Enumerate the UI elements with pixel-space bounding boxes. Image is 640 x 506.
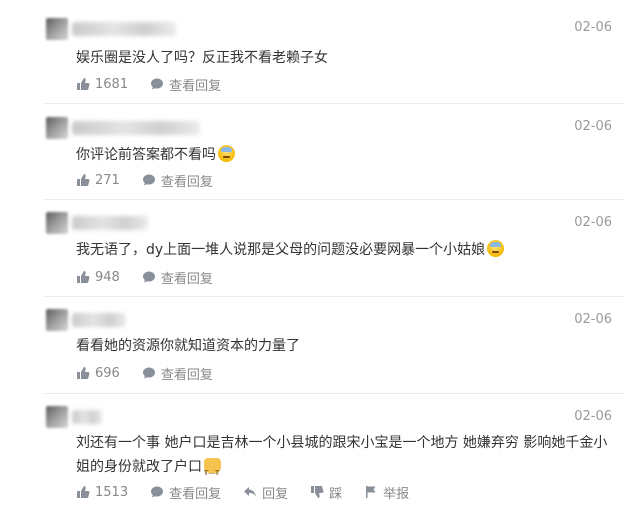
comment-text-row: 你评论前答案都不看吗 — [76, 143, 616, 167]
comment-item: 02-06 我无语了，dy上面一堆人说那是父母的问题没必要网暴一个小姑娘 948… — [0, 200, 632, 297]
dislike-button[interactable]: 踩 — [310, 483, 342, 502]
crying-cat-emoji-icon — [204, 458, 221, 483]
like-count: 696 — [95, 365, 120, 381]
reply-button[interactable]: 回复 — [243, 483, 288, 502]
comment-text-block: 刘还有一个事 她户口是吉林一个小县城的跟宋小宝是一个地方 她嫌弃穷 影响她千金小… — [76, 431, 616, 483]
comment-date: 02-06 — [574, 409, 612, 424]
username-blurred[interactable] — [72, 22, 176, 36]
comment-bubble-icon — [142, 367, 155, 379]
thumbs-up-icon — [77, 174, 90, 186]
avatar[interactable] — [46, 18, 68, 40]
report-button[interactable]: 举报 — [364, 483, 409, 502]
like-count: 1681 — [95, 76, 129, 92]
flag-icon — [366, 486, 376, 498]
username-blurred[interactable] — [72, 121, 200, 135]
comment-actions: 696 查看回复 — [76, 364, 235, 383]
avatar[interactable] — [46, 309, 68, 331]
like-button[interactable]: 948 — [76, 270, 120, 285]
view-replies-button[interactable]: 查看回复 — [150, 75, 221, 94]
comment-actions: 1513 查看回复 回复 踩 举报 — [76, 483, 409, 502]
sweat-smile-emoji-icon — [487, 240, 505, 257]
view-replies-button[interactable]: 查看回复 — [142, 171, 213, 190]
view-replies-label: 查看回复 — [160, 271, 213, 287]
username-blurred[interactable] — [72, 410, 102, 424]
thumbs-up-icon — [77, 367, 90, 379]
like-button[interactable]: 696 — [76, 366, 120, 381]
view-replies-label: 查看回复 — [160, 174, 213, 190]
username-blurred[interactable] — [72, 216, 148, 230]
avatar[interactable] — [46, 117, 68, 139]
comment-item: 02-06 看看她的资源你就知道资本的力量了 696 查看回复 — [0, 297, 632, 394]
comment-actions: 1681 查看回复 — [76, 75, 243, 94]
comment-bubble-icon — [142, 174, 155, 186]
view-replies-button[interactable]: 查看回复 — [142, 364, 213, 383]
report-label: 举报 — [383, 486, 410, 502]
reply-arrow-icon — [244, 487, 257, 497]
like-count: 271 — [95, 172, 120, 188]
view-replies-button[interactable]: 查看回复 — [150, 483, 221, 502]
comment-actions: 271 查看回复 — [76, 171, 235, 190]
sweat-smile-emoji-icon — [218, 145, 235, 162]
comment-text: 看看她的资源你就知道资本的力量了 — [76, 338, 300, 354]
avatar[interactable] — [46, 212, 68, 234]
comment-text: 娱乐圈是没人了吗？反正我不看老赖子女 — [76, 50, 328, 66]
comment-text-line-row: 姐的身份就改了户口 — [76, 455, 616, 483]
thumbs-up-icon — [77, 271, 90, 283]
like-button[interactable]: 271 — [76, 173, 120, 188]
comment-text-line: 刘还有一个事 她户口是吉林一个小县城的跟宋小宝是一个地方 她嫌弃穷 影响她千金小 — [76, 435, 608, 451]
view-replies-label: 查看回复 — [169, 486, 222, 502]
like-count: 948 — [95, 269, 120, 285]
comment-text: 你评论前答案都不看吗 — [76, 147, 216, 163]
like-button[interactable]: 1513 — [76, 485, 128, 500]
thumbs-up-icon — [77, 78, 90, 90]
comment-text: 我无语了，dy上面一堆人说那是父母的问题没必要网暴一个小姑娘 — [76, 242, 486, 258]
thumbs-up-icon — [77, 486, 90, 498]
view-replies-label: 查看回复 — [160, 367, 213, 383]
comment-date: 02-06 — [574, 312, 612, 327]
comment-date: 02-06 — [574, 119, 612, 134]
reply-label: 回复 — [262, 486, 289, 502]
comment-actions: 948 查看回复 — [76, 268, 235, 287]
comment-text-row: 我无语了，dy上面一堆人说那是父母的问题没必要网暴一个小姑娘 — [76, 238, 616, 262]
comment-bubble-icon — [151, 78, 164, 90]
like-count: 1513 — [95, 484, 129, 500]
comment-bubble-icon — [142, 271, 155, 283]
comment-item: 02-06 刘还有一个事 她户口是吉林一个小县城的跟宋小宝是一个地方 她嫌弃穷 … — [0, 394, 632, 506]
comment-text-line: 姐的身份就改了户口 — [76, 459, 202, 475]
comment-date: 02-06 — [574, 215, 612, 230]
avatar[interactable] — [46, 406, 68, 428]
view-replies-button[interactable]: 查看回复 — [142, 268, 213, 287]
view-replies-label: 查看回复 — [169, 78, 222, 94]
comment-date: 02-06 — [574, 20, 612, 35]
like-button[interactable]: 1681 — [76, 77, 128, 92]
comment-item: 02-06 娱乐圈是没人了吗？反正我不看老赖子女 1681 查看回复 — [0, 0, 632, 104]
comment-bubble-icon — [151, 486, 164, 498]
dislike-label: 踩 — [329, 486, 343, 502]
username-blurred[interactable] — [72, 313, 126, 327]
comment-item: 02-06 你评论前答案都不看吗 271 查看回复 — [0, 104, 632, 200]
thumbs-down-icon — [311, 486, 324, 498]
